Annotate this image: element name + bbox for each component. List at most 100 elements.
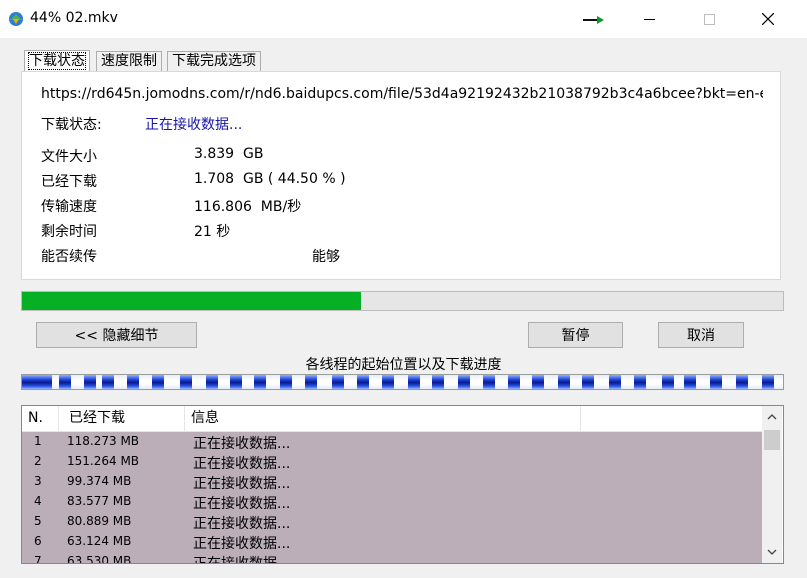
pause-button[interactable]: 暂停	[528, 322, 623, 348]
close-icon	[762, 13, 774, 25]
thread-segment	[357, 375, 369, 389]
thread-segment	[684, 375, 696, 389]
table-row[interactable]: 7 63.530 MB 正在接收数据...	[22, 552, 762, 563]
thread-segment	[532, 375, 544, 389]
thread-segment	[332, 375, 344, 389]
tab-label: 下载完成选项	[172, 53, 256, 69]
connection-number: 3	[34, 474, 42, 488]
thread-segment	[458, 375, 470, 389]
window-title: 44% 02.mkv	[30, 10, 118, 26]
thread-segment	[662, 375, 674, 389]
download-url: https://rd645n.jomodns.com/r/nd6.baidupc…	[41, 86, 763, 102]
maximize-icon	[703, 13, 715, 25]
connection-downloaded: 80.889 MB	[67, 514, 132, 528]
connection-info: 正在接收数据...	[193, 456, 291, 472]
minimize-button[interactable]	[626, 0, 672, 38]
title-bar[interactable]: 44% 02.mkv	[0, 0, 807, 38]
maximize-button[interactable]	[686, 0, 732, 38]
thread-segment	[127, 375, 139, 389]
connection-info: 正在接收数据...	[193, 476, 291, 492]
connection-number: 6	[34, 534, 42, 548]
download-progress-bar	[21, 291, 784, 311]
thread-segment	[152, 375, 164, 389]
cancel-button[interactable]: 取消	[658, 322, 744, 348]
table-row[interactable]: 6 63.124 MB 正在接收数据...	[22, 532, 762, 552]
tab-label: 速度限制	[101, 53, 157, 69]
thread-segment	[206, 375, 218, 389]
connection-info: 正在接收数据...	[193, 516, 291, 532]
table-row[interactable]: 2 151.264 MB 正在接收数据...	[22, 452, 762, 472]
download-details-panel: https://rd645n.jomodns.com/r/nd6.baidupc…	[21, 71, 781, 280]
column-header-downloaded[interactable]: 已经下载	[59, 406, 185, 431]
table-row[interactable]: 5 80.889 MB 正在接收数据...	[22, 512, 762, 532]
scroll-up-button[interactable]	[762, 406, 782, 428]
table-row[interactable]: 4 83.577 MB 正在接收数据...	[22, 492, 762, 512]
thread-progress-bar	[21, 374, 784, 390]
time-left-label: 剩余时间	[41, 224, 97, 240]
column-header-info[interactable]: 信息	[185, 406, 581, 431]
thread-segment	[508, 375, 520, 389]
thread-segment	[280, 375, 292, 389]
thread-segment	[609, 375, 621, 389]
thread-segment	[558, 375, 570, 389]
thread-segment	[382, 375, 394, 389]
chevron-up-icon	[767, 414, 777, 420]
connection-downloaded: 151.264 MB	[67, 454, 140, 468]
transfer-rate-value: 116.806 MB/秒	[194, 199, 302, 215]
thread-segment	[582, 375, 594, 389]
transfer-rate-label: 传输速度	[41, 199, 97, 215]
scroll-down-button[interactable]	[762, 541, 782, 563]
thread-segment	[305, 375, 317, 389]
thread-segment	[180, 375, 192, 389]
file-size-value: 3.839 GB	[194, 146, 264, 162]
tab-completion-options[interactable]: 下载完成选项	[167, 51, 261, 71]
table-row[interactable]: 1 118.273 MB 正在接收数据...	[22, 432, 762, 452]
downloaded-value: 1.708 GB ( 44.50 % )	[194, 171, 346, 187]
resume-capability-label: 能否续传	[41, 249, 97, 265]
tab-speed-limit[interactable]: 速度限制	[96, 51, 162, 71]
column-header-number[interactable]: N.	[22, 406, 59, 431]
thread-segment	[762, 375, 774, 389]
connection-downloaded: 63.530 MB	[67, 554, 132, 563]
vertical-scrollbar[interactable]	[762, 406, 782, 563]
thread-segment	[408, 375, 420, 389]
table-row[interactable]: 3 99.374 MB 正在接收数据...	[22, 472, 762, 492]
connection-number: 4	[34, 494, 42, 508]
connection-rows: 1 118.273 MB 正在接收数据... 2 151.264 MB 正在接收数据...…	[22, 432, 762, 563]
thread-segment	[59, 375, 71, 389]
connection-number: 2	[34, 454, 42, 468]
resume-capability-value: 能够	[312, 249, 340, 265]
thread-segment	[483, 375, 495, 389]
connection-info: 正在接收数据...	[193, 536, 291, 552]
connection-downloaded: 83.577 MB	[67, 494, 132, 508]
hide-details-button[interactable]: << 隐藏细节	[36, 322, 197, 348]
thread-segment	[432, 375, 444, 389]
file-size-label: 文件大小	[41, 149, 97, 165]
list-header: N. 已经下载 信息	[22, 406, 762, 432]
idm-icon	[9, 12, 23, 26]
thread-segment	[22, 375, 52, 389]
scrollbar-thumb[interactable]	[764, 430, 780, 450]
connection-downloaded: 99.374 MB	[67, 474, 132, 488]
connections-list[interactable]: N. 已经下载 信息 1 118.273 MB 正在接收数据... 2 151.264 …	[21, 405, 784, 564]
thread-segment	[102, 375, 114, 389]
tab-download-status[interactable]: 下载状态	[24, 50, 90, 72]
chevron-down-icon	[767, 549, 777, 555]
status-value: 正在接收数据...	[145, 117, 243, 133]
thread-segment	[84, 375, 96, 389]
connection-number: 1	[34, 434, 42, 448]
thread-segment	[254, 375, 266, 389]
connection-number: 5	[34, 514, 42, 528]
thread-segment	[230, 375, 242, 389]
downloaded-label: 已经下载	[41, 174, 97, 190]
thread-segment	[736, 375, 748, 389]
close-button[interactable]	[745, 0, 791, 38]
connection-downloaded: 118.273 MB	[67, 434, 140, 448]
tab-label: 下载状态	[28, 52, 86, 70]
status-label: 下载状态:	[41, 117, 102, 133]
connection-info: 正在接收数据...	[193, 553, 290, 563]
connection-info: 正在接收数据...	[193, 496, 291, 512]
time-left-value: 21 秒	[194, 224, 231, 240]
thread-segment	[634, 375, 646, 389]
connection-downloaded: 63.124 MB	[67, 534, 132, 548]
